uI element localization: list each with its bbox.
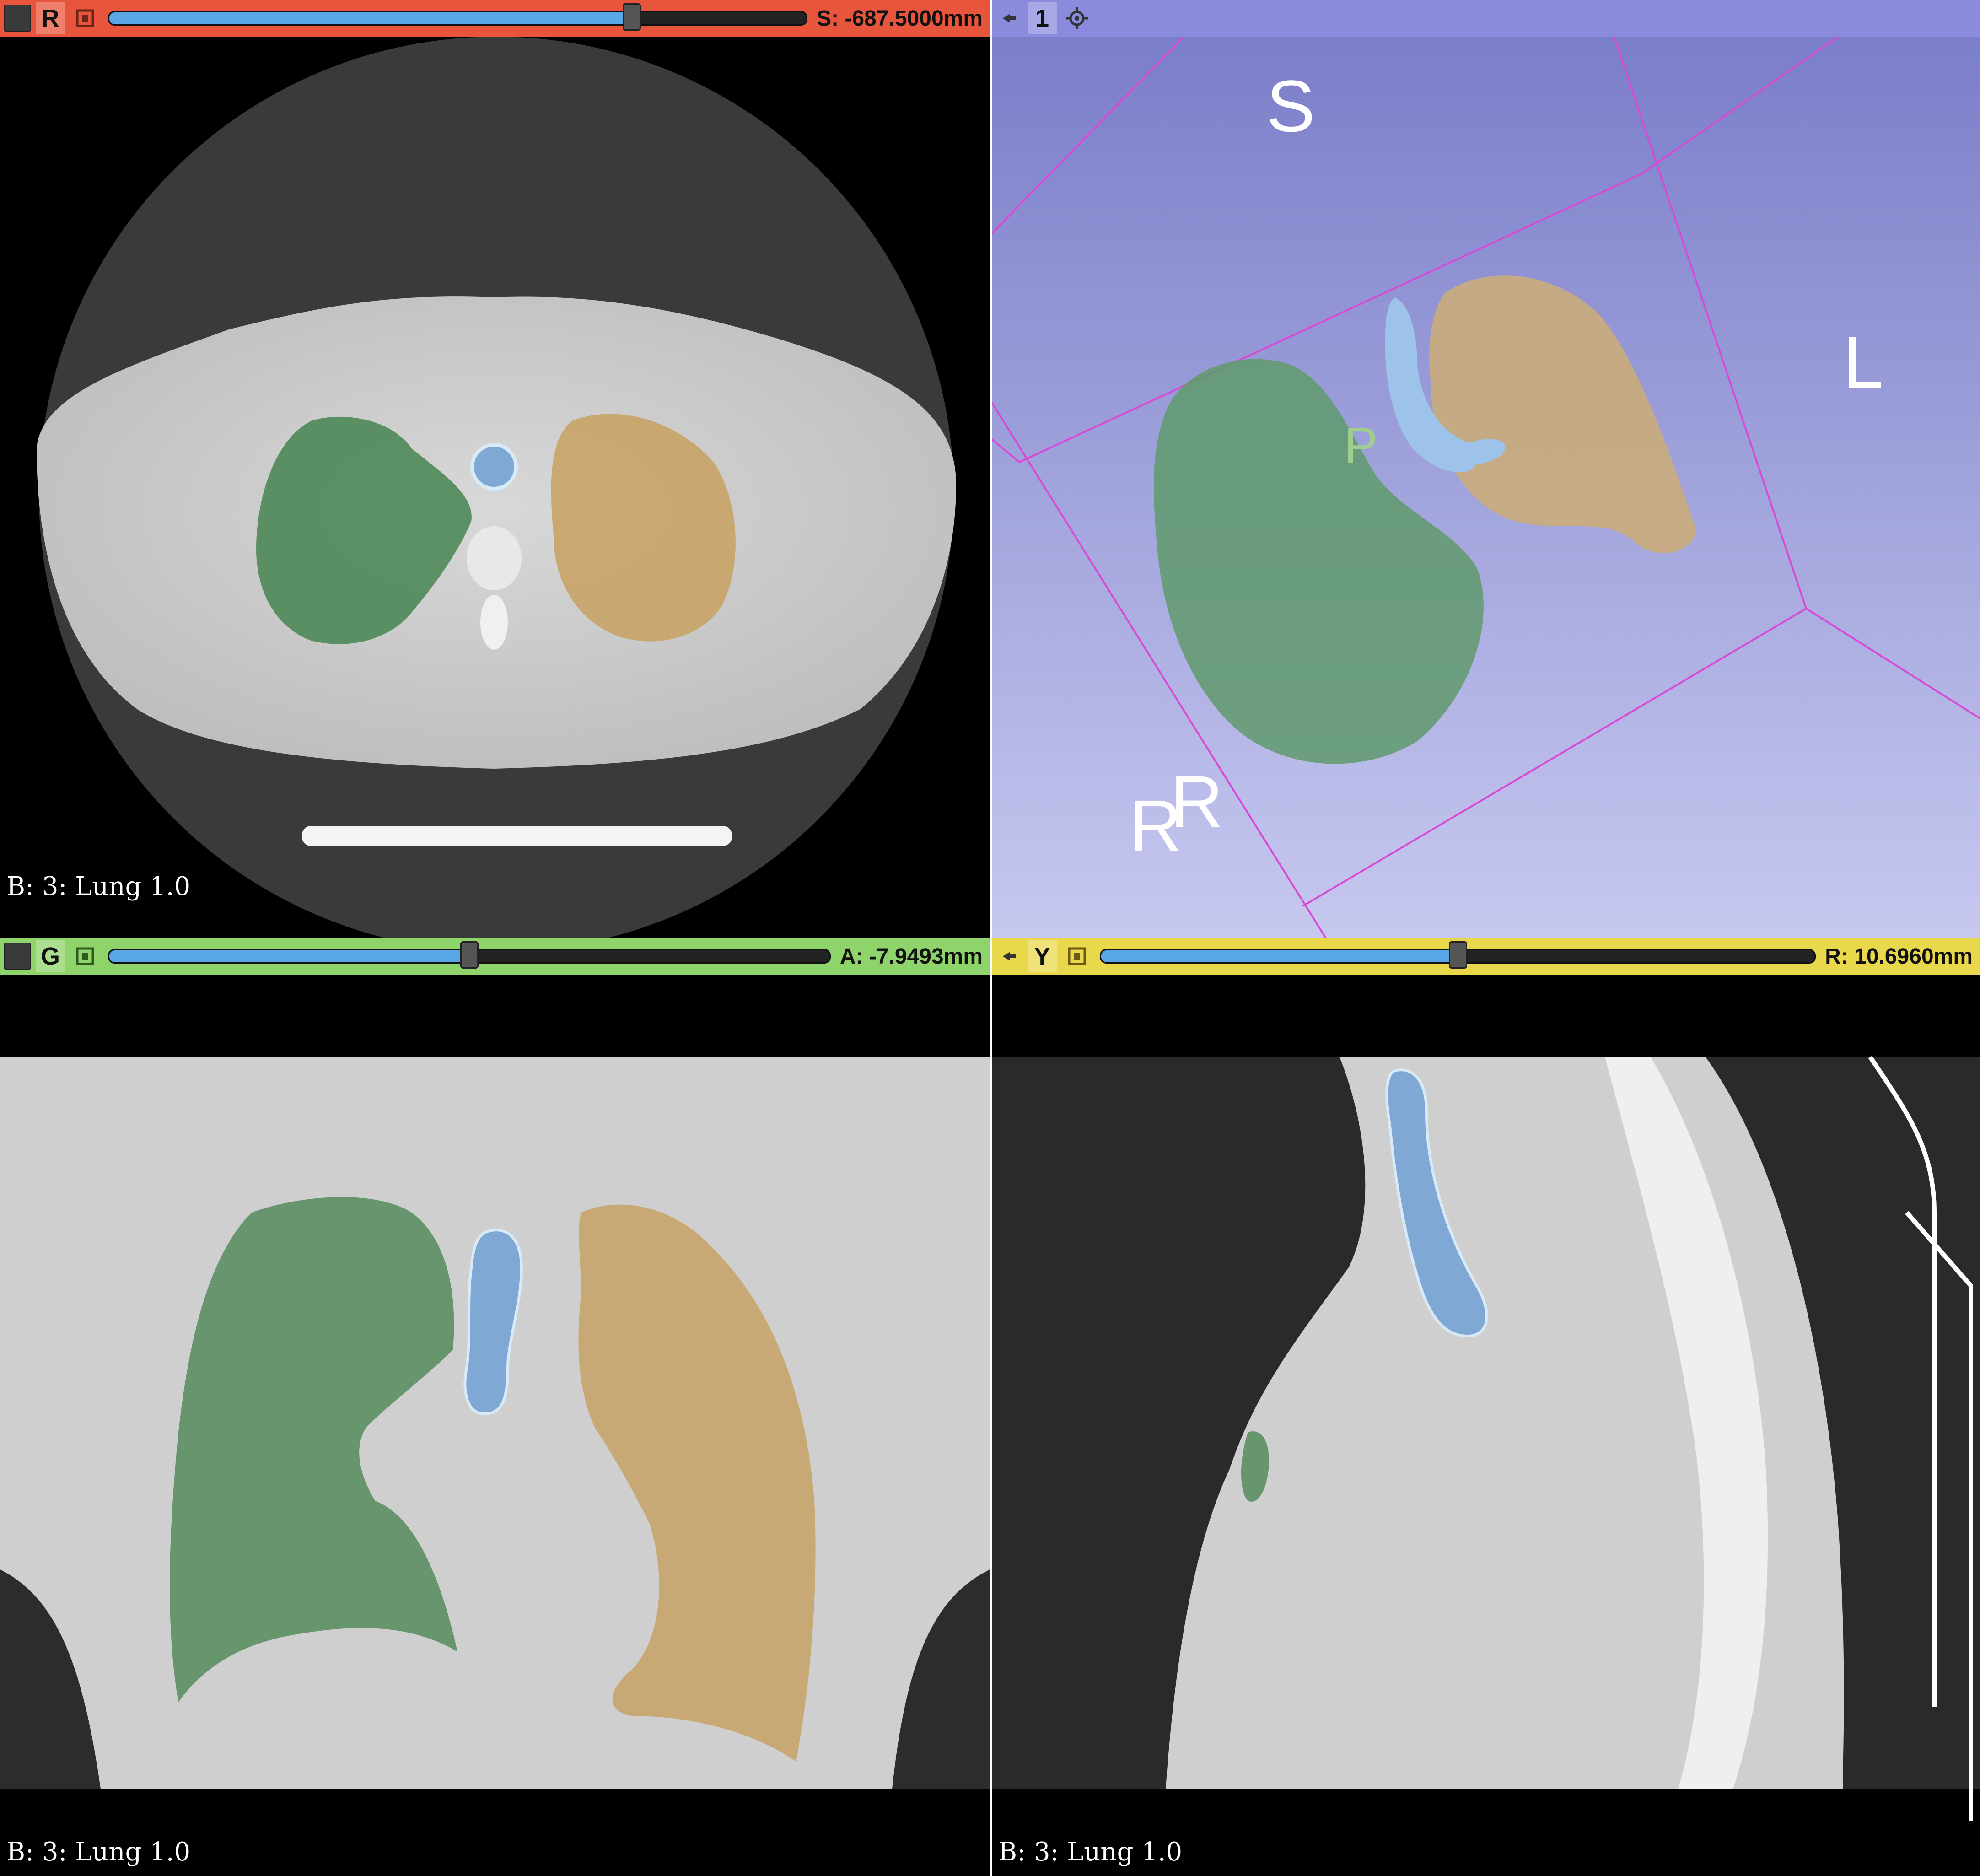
threed-view[interactable]: 1 R S L R P <box>992 0 1980 938</box>
threed-render[interactable]: R S L R P <box>992 36 1980 938</box>
slice-offset-value: S: -687.5000mm <box>817 6 983 31</box>
orientation-posterior: P <box>1344 417 1378 474</box>
red-slice-view[interactable]: R S: -687.5000mm B: 3: Lung 1.0 <box>0 0 990 938</box>
slider-fill <box>1101 950 1458 962</box>
slice-offset-slider[interactable] <box>108 3 808 31</box>
slice-offset-slider[interactable] <box>1100 941 1816 969</box>
link-icon[interactable] <box>1062 4 1092 33</box>
slice-offset-value: R: 10.6960mm <box>1825 944 1973 969</box>
slice-offset-value: A: -7.9493mm <box>839 944 983 969</box>
volume-label: B: 3: Lung 1.0 <box>6 872 191 901</box>
orientation-left: L <box>1843 321 1883 403</box>
view-letter: G <box>36 940 65 972</box>
pin-icon[interactable] <box>4 943 31 970</box>
slice-offset-slider[interactable] <box>108 941 831 969</box>
slicer-four-up-layout: R S: -687.5000mm B: 3: Lung 1.0 1 R S L … <box>0 0 1980 1876</box>
volume-label: B: 3: Lung 1.0 <box>6 1837 191 1867</box>
slider-thumb[interactable] <box>1448 941 1467 969</box>
view-separator <box>990 0 992 1876</box>
orientation-superior: S <box>1266 65 1315 147</box>
link-icon[interactable] <box>1062 942 1092 971</box>
sagittal-ct-image[interactable] <box>992 975 1980 1876</box>
slider-thumb[interactable] <box>460 941 479 969</box>
red-slice-controller: R S: -687.5000mm <box>0 0 990 37</box>
yellow-slice-view[interactable]: Y R: 10.6960mm B: 3: Lung 1.0 <box>992 938 1980 1876</box>
link-icon[interactable] <box>70 942 100 971</box>
slider-fill <box>109 12 632 24</box>
link-icon[interactable] <box>70 4 100 33</box>
orientation-right-label: R <box>1170 760 1223 842</box>
view-letter: R <box>36 2 65 34</box>
view-letter: Y <box>1028 940 1057 972</box>
pin-arrow-icon[interactable] <box>995 5 1023 32</box>
slider-fill <box>109 950 469 962</box>
volume-label: B: 3: Lung 1.0 <box>998 1837 1183 1867</box>
slider-thumb[interactable] <box>623 3 641 31</box>
yellow-slice-controller: Y R: 10.6960mm <box>992 938 1980 975</box>
pin-arrow-icon[interactable] <box>995 943 1023 970</box>
coronal-ct-image[interactable] <box>0 975 990 1876</box>
view-letter: 1 <box>1028 2 1057 34</box>
green-slice-view[interactable]: G A: -7.9493mm B: 3: Lung 1.0 <box>0 938 990 1876</box>
pin-icon[interactable] <box>4 5 31 32</box>
green-slice-controller: G A: -7.9493mm <box>0 938 990 975</box>
axial-ct-image[interactable] <box>0 37 990 938</box>
threed-view-controller: 1 <box>992 0 1980 37</box>
